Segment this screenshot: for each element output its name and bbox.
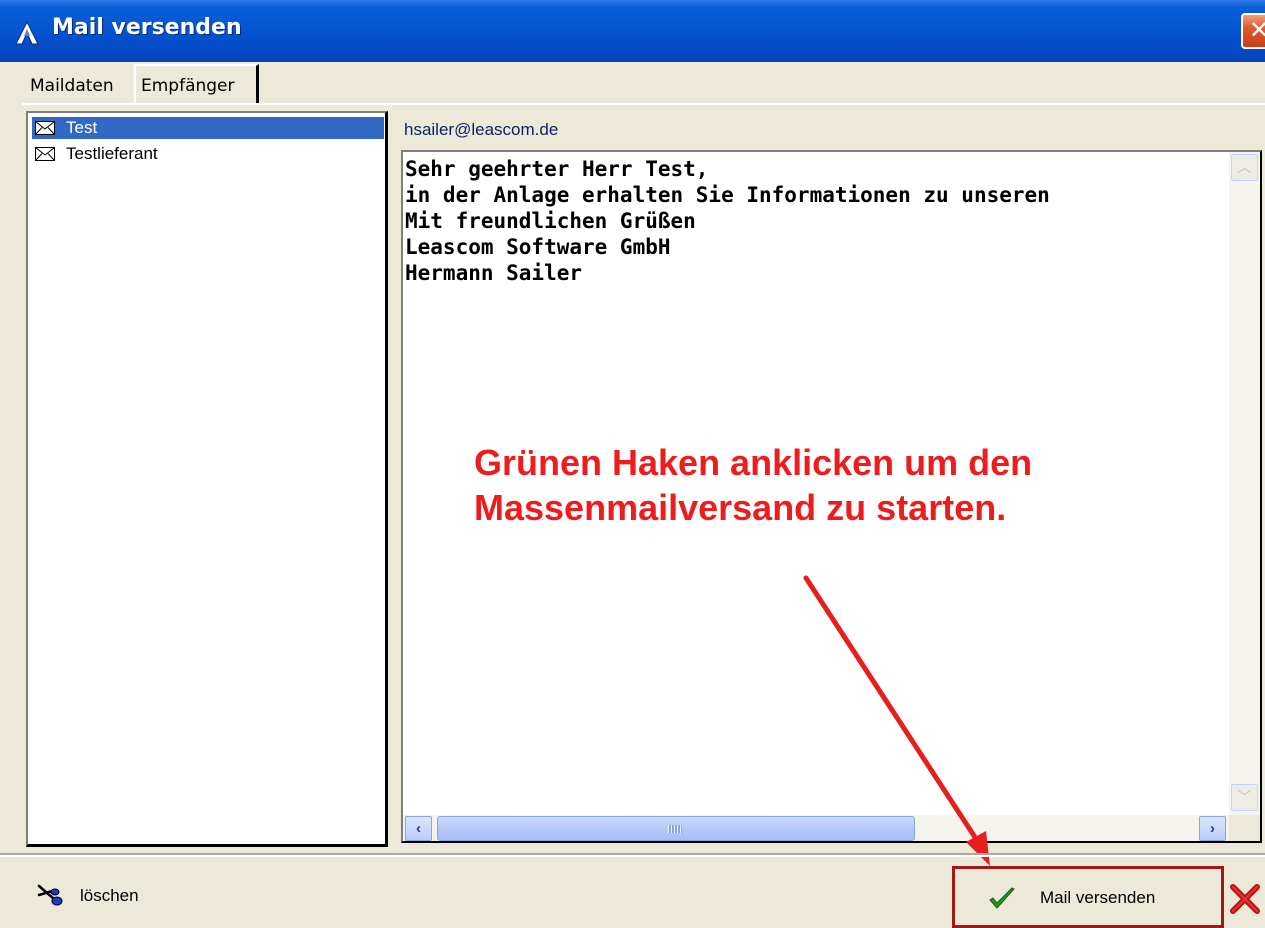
- bottom-divider-highlight: [0, 855, 1265, 857]
- tab-empfaenger-label: Empfänger: [141, 76, 235, 96]
- tab-empfaenger[interactable]: Empfänger: [134, 64, 259, 104]
- close-button[interactable]: ✕: [1241, 13, 1265, 49]
- instruction-annotation: Grünen Haken anklicken um den Massenmail…: [474, 440, 1214, 530]
- annotation-line: Massenmailversand zu starten.: [474, 487, 1007, 528]
- scissors-icon: [37, 884, 63, 906]
- message-line: Leascom Software GmbH: [405, 235, 671, 259]
- message-line: in der Anlage erhalten Sie Informationen…: [405, 183, 1050, 207]
- tab-maildaten[interactable]: Maildaten: [28, 70, 134, 104]
- tab-maildaten-label: Maildaten: [30, 76, 114, 96]
- list-item[interactable]: Test: [32, 117, 384, 139]
- chevron-down-icon: ﹀: [1237, 789, 1252, 805]
- scroll-corner: [1229, 815, 1260, 841]
- send-mail-button[interactable]: Mail versenden: [980, 876, 1210, 922]
- cancel-button[interactable]: [1229, 882, 1261, 916]
- tab-divider: [22, 103, 1265, 105]
- scroll-thumb[interactable]: [437, 816, 915, 841]
- close-icon: ✕: [1249, 16, 1265, 44]
- annotation-line: Grünen Haken anklicken um den: [474, 442, 1033, 483]
- red-x-icon: [1230, 884, 1260, 914]
- message-line: Sehr geehrter Herr Test,: [405, 157, 709, 181]
- vertical-scrollbar[interactable]: ︿ ﹀: [1229, 152, 1260, 815]
- email-address-label: hsailer@leascom.de: [404, 120, 559, 139]
- horizontal-scrollbar[interactable]: ‹ ›: [403, 815, 1229, 841]
- title-bar: Mail versenden ✕: [0, 0, 1265, 62]
- grip-icon: [668, 825, 682, 833]
- chevron-right-icon: ›: [1210, 820, 1215, 837]
- envelope-icon: [35, 147, 55, 161]
- recipient-list[interactable]: Test Testlieferant: [26, 111, 388, 847]
- send-mail-label: Mail versenden: [1040, 888, 1156, 907]
- recipient-name: Test: [66, 118, 98, 137]
- scroll-up-button[interactable]: ︿: [1231, 154, 1258, 181]
- list-item[interactable]: Testlieferant: [32, 143, 384, 165]
- message-line: Mit freundlichen Grüßen: [405, 209, 696, 233]
- delete-label: löschen: [80, 886, 139, 905]
- scroll-down-button[interactable]: ﹀: [1231, 784, 1258, 811]
- scroll-left-button[interactable]: ‹: [405, 816, 432, 841]
- chevron-left-icon: ‹: [416, 820, 421, 837]
- green-check-icon: [989, 887, 1015, 909]
- recipient-name: Testlieferant: [66, 144, 158, 163]
- window-title: Mail versenden: [52, 15, 242, 40]
- message-text[interactable]: Sehr geehrter Herr Test, in der Anlage e…: [405, 156, 1225, 286]
- envelope-icon: [35, 121, 55, 135]
- message-line: Hermann Sailer: [405, 261, 583, 285]
- delete-button[interactable]: löschen: [30, 878, 180, 918]
- app-icon: [15, 20, 39, 45]
- chevron-up-icon: ︿: [1237, 159, 1252, 175]
- scroll-right-button[interactable]: ›: [1199, 816, 1226, 841]
